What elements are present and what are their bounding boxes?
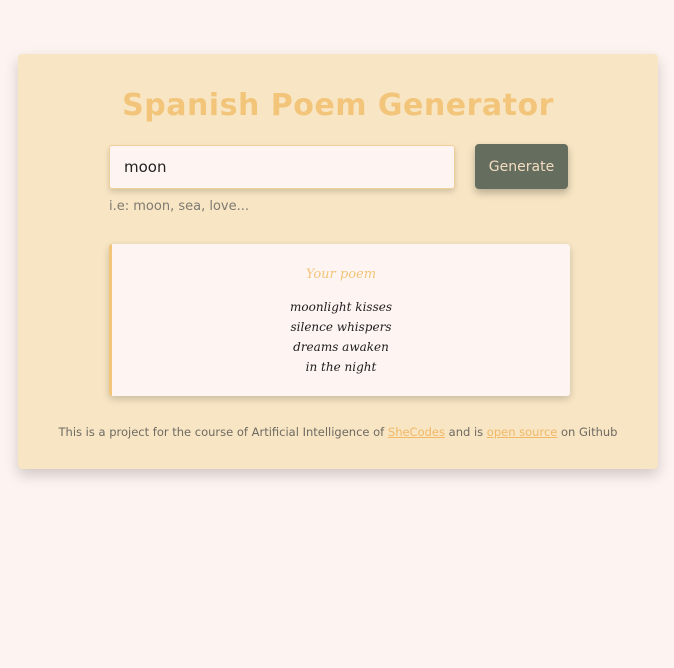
poem-heading: Your poem — [305, 267, 377, 282]
shecodes-link[interactable]: SheCodes — [388, 425, 445, 439]
open-source-link[interactable]: open source — [487, 425, 558, 439]
poem-line: dreams awaken — [293, 340, 389, 354]
page-title: Spanish Poem Generator — [122, 88, 554, 123]
topic-input[interactable] — [109, 145, 455, 189]
footer-text-before: This is a project for the course of Arti… — [58, 425, 388, 439]
footer-text: This is a project for the course of Arti… — [18, 425, 658, 439]
main-card: Spanish Poem Generator Generate i.e: moo… — [18, 54, 658, 469]
footer-text-after: on Github — [557, 425, 618, 439]
input-hint: i.e: moon, sea, love... — [109, 199, 249, 214]
poem-line: moonlight kisses — [290, 300, 392, 314]
generate-button[interactable]: Generate — [475, 144, 568, 189]
poem-line: in the night — [305, 360, 377, 374]
poem-box: Your poem moonlight kisses silence whisp… — [109, 244, 570, 396]
poem-line: silence whispers — [290, 320, 392, 334]
footer-text-middle: and is — [445, 425, 487, 439]
poem-text: moonlight kisses silence whispers dreams… — [112, 297, 570, 377]
